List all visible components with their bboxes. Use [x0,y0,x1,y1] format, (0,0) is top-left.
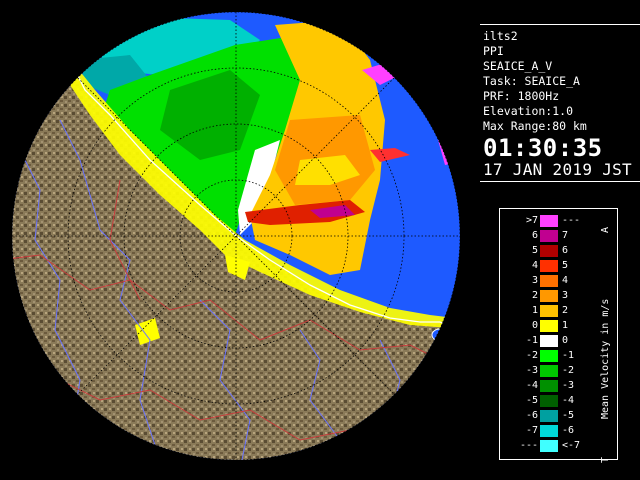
legend-low-value: -4 [525,380,538,391]
legend-top-mark: A [600,226,611,233]
legend-title: Mean Velocity in m/s [600,298,611,419]
legend-high-value: -6 [562,425,575,436]
legend-color-swatch [540,365,558,377]
radar-name: ilts2 [483,29,518,43]
legend-low-value: 1 [531,305,538,316]
legend-color-swatch [540,410,558,422]
legend-color-swatch [540,425,558,437]
radar-ppi-display [0,0,480,480]
legend-bottom-mark: T [600,456,611,463]
legend-high-value: 2 [562,305,569,316]
legend-high-value: 6 [562,245,569,256]
legend-low-value: -2 [525,350,538,361]
velocity-color-legend: >7 --- 6 7 5 6 4 5 3 4 2 3 1 2 0 1 -1 0 -2 -1 -3 -2 -4 -3 -5 -4 -6… [499,208,618,463]
legend-color-swatch [540,245,558,257]
legend-high-value: --- [562,215,581,226]
legend-low-value: 3 [531,275,538,286]
legend-color-swatch [540,260,558,272]
legend-high-value: <-7 [562,440,581,451]
task-name: Task: SEAICE_A [483,74,580,88]
legend-color-swatch [540,335,558,347]
legend-color-swatch [540,230,558,242]
legend-high-value: -4 [562,395,575,406]
legend-low-value: --- [519,440,538,451]
legend-low-value: 0 [531,320,538,331]
legend-color-swatch [540,215,558,227]
legend-low-value: -5 [525,395,538,406]
legend-high-value: 5 [562,260,569,271]
legend-high-value: -2 [562,365,575,376]
legend-high-value: -1 [562,350,575,361]
scan-date: 17 JAN 2019 JST [483,160,632,179]
product-type: PPI [483,44,504,58]
legend-low-value: >7 [525,215,538,226]
legend-color-swatch [540,305,558,317]
legend-color-swatch [540,275,558,287]
legend-color-swatch [540,320,558,332]
legend-high-value: 0 [562,335,569,346]
legend-title-column: A Mean Velocity in m/s T [598,219,614,463]
legend-high-value: 1 [562,320,569,331]
prf-value: PRF: 1800Hz [483,89,560,103]
radar-info-panel: ilts2 PPI SEAICE_A_V Task: SEAICE_A PRF:… [480,24,640,182]
parameter-name: SEAICE_A_V [483,59,553,73]
scan-time: 01:30:35 [483,134,603,162]
legend-color-swatch [540,290,558,302]
elevation-value: Elevation:1.0 [483,104,574,118]
legend-high-value: 3 [562,290,569,301]
legend-high-value: -3 [562,380,575,391]
legend-low-value: -1 [525,335,538,346]
legend-low-value: -7 [525,425,538,436]
legend-low-value: 5 [531,245,538,256]
legend-high-value: 4 [562,275,569,286]
legend-high-value: -5 [562,410,575,421]
legend-color-swatch [540,350,558,362]
max-range-value: Max Range:80 km [483,119,587,133]
legend-low-value: 2 [531,290,538,301]
legend-color-swatch [540,440,558,452]
legend-high-value: 7 [562,230,569,241]
legend-low-value: 4 [531,260,538,271]
legend-low-value: -3 [525,365,538,376]
legend-color-swatch [540,380,558,392]
legend-low-value: -6 [525,410,538,421]
legend-low-value: 6 [531,230,538,241]
legend-color-swatch [540,395,558,407]
